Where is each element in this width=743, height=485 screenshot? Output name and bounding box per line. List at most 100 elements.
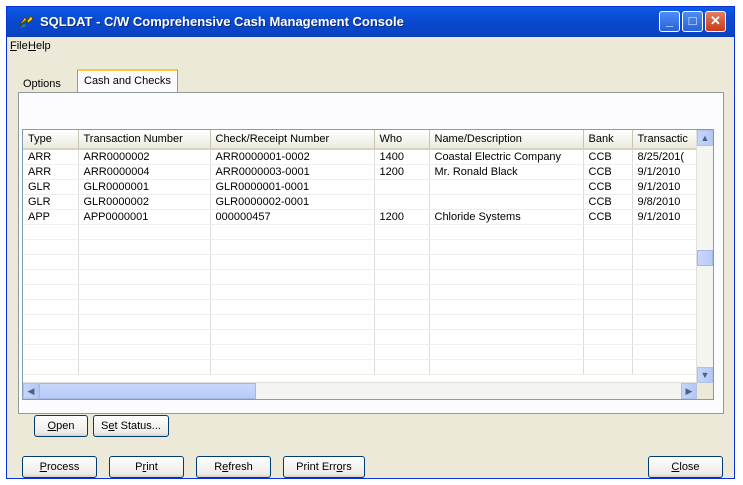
scrollbar-corner [697,383,713,399]
refresh-button[interactable]: Refresh [196,456,271,478]
transactions-grid[interactable]: Type Transaction Number Check/Receipt Numb… [22,129,714,400]
print-button[interactable]: Print [109,456,184,478]
table-cell [210,224,375,240]
column-header[interactable]: Name/Description [429,130,584,150]
table-cell [583,254,633,270]
table-row[interactable] [23,254,700,270]
table-cell [210,254,375,270]
maximize-button[interactable]: □ [682,11,703,32]
table-cell [23,344,79,360]
close-window-button[interactable]: ✕ [705,11,726,32]
close-button[interactable]: Close [648,456,723,478]
table-row[interactable] [23,269,700,285]
table-cell [78,329,211,345]
table-row[interactable] [23,329,700,345]
table-cell: ARR0000003-0001 [210,164,375,180]
table-cell [429,269,584,285]
table-row[interactable]: GLR GLR0000002 GLR0000002-0001 CCB 9/8/2010 [23,194,700,210]
table-cell [210,284,375,300]
table-cell [374,284,430,300]
table-cell: 9/1/2010 [632,164,700,180]
table-cell: 9/8/2010 [632,194,700,210]
scroll-down-icon[interactable]: ▼ [697,367,713,383]
table-cell [78,314,211,330]
table-row[interactable] [23,299,700,315]
table-row[interactable]: ARR ARR0000004 ARR0000003-0001 1200 Mr. Rona… [23,164,700,180]
column-header[interactable]: Transactic [632,130,700,150]
scroll-left-icon[interactable]: ◀ [23,383,39,399]
open-button[interactable]: Open [34,415,88,437]
table-cell [78,359,211,375]
transactions-table: Type Transaction Number Check/Receipt Numb… [23,130,700,375]
table-cell [374,239,430,255]
table-row[interactable] [23,344,700,360]
vertical-scrollbar[interactable]: ▲ ▼ [696,130,713,383]
scroll-right-icon[interactable]: ▶ [681,383,697,399]
table-cell: APP0000001 [78,209,211,225]
tab-cash-and-checks[interactable]: Cash and Checks [77,69,178,93]
set-status-button[interactable]: Set Status... [93,415,169,437]
table-cell [374,194,430,210]
table-cell [23,284,79,300]
table-cell [23,314,79,330]
table-cell [374,179,430,195]
table-row[interactable] [23,239,700,255]
column-header[interactable]: Transaction Number [78,130,211,150]
print-errors-button[interactable]: Print Errors [283,456,365,478]
table-cell [374,329,430,345]
scroll-up-icon[interactable]: ▲ [697,130,713,146]
table-row[interactable]: APP APP0000001 000000457 1200 Chloride Syste… [23,209,700,225]
vertical-scroll-thumb[interactable] [697,250,713,266]
table-cell: ARR0000001-0002 [210,149,375,165]
table-row[interactable] [23,359,700,375]
table-cell: GLR0000002-0001 [210,194,375,210]
table-cell [429,254,584,270]
table-cell: Chloride Systems [429,209,584,225]
table-cell [78,269,211,285]
process-button[interactable]: Process [22,456,97,478]
menu-help[interactable]: Help [28,40,51,52]
table-cell [210,239,375,255]
column-header[interactable]: Type [23,130,79,150]
horizontal-scroll-thumb[interactable] [39,383,256,399]
table-cell [583,239,633,255]
table-row[interactable] [23,284,700,300]
table-cell [374,254,430,270]
minimize-button[interactable]: _ [659,11,680,32]
menu-file[interactable]: File [10,40,28,52]
table-cell [374,344,430,360]
window-title: SQLDAT - C/W Comprehensive Cash Manageme… [40,14,404,29]
table-row[interactable] [23,314,700,330]
column-header[interactable]: Bank [583,130,633,150]
table-cell [210,269,375,285]
table-cell: GLR0000001-0001 [210,179,375,195]
table-cell [374,359,430,375]
table-cell [210,329,375,345]
table-row[interactable] [23,224,700,240]
table-cell [210,344,375,360]
table-row[interactable]: GLR GLR0000001 GLR0000001-0001 CCB 9/1/2010 [23,179,700,195]
table-cell [632,284,700,300]
table-cell [583,344,633,360]
column-header[interactable]: Who [374,130,430,150]
horizontal-scrollbar[interactable]: ◀ ▶ [23,382,697,399]
table-cell [374,224,430,240]
table-cell: 1200 [374,209,430,225]
table-cell [78,254,211,270]
table-cell: ARR0000002 [78,149,211,165]
table-cell [23,239,79,255]
table-cell [23,224,79,240]
title-bar[interactable]: SQLDAT - C/W Comprehensive Cash Manageme… [7,7,734,37]
table-cell: GLR [23,194,79,210]
table-cell [23,329,79,345]
table-cell [429,194,584,210]
table-cell: CCB [583,149,633,165]
table-row[interactable]: ARR ARR0000002 ARR0000001-0002 1400 Coastal … [23,149,700,165]
table-cell: 1200 [374,164,430,180]
column-header[interactable]: Check/Receipt Number [210,130,375,150]
table-cell: CCB [583,194,633,210]
table-cell [583,269,633,285]
table-cell: 9/1/2010 [632,209,700,225]
tab-options[interactable]: Options [17,74,67,91]
table-cell [23,359,79,375]
